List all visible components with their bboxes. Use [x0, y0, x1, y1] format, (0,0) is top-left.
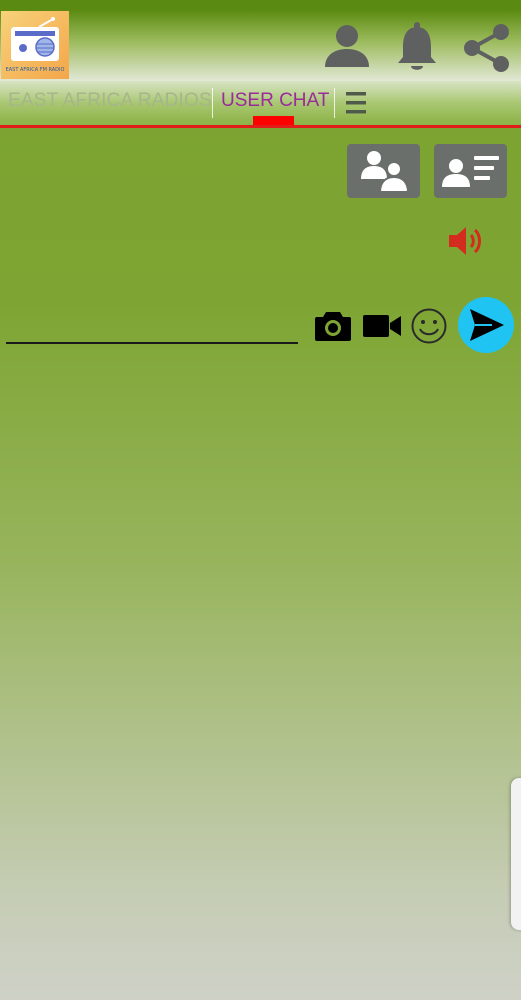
camera-icon[interactable] [314, 308, 352, 347]
menu-icon[interactable] [345, 91, 367, 120]
selected-tab-indicator [253, 116, 294, 125]
bell-icon[interactable] [395, 21, 439, 78]
video-icon[interactable] [362, 312, 402, 345]
emoji-icon[interactable] [410, 307, 448, 350]
message-input[interactable] [6, 312, 298, 344]
edge-panel-handle[interactable] [511, 778, 521, 930]
tab-divider [334, 88, 335, 118]
radio-icon [11, 17, 59, 61]
user-list-icon [442, 156, 499, 187]
user-list-button[interactable] [434, 144, 507, 198]
logo-caption: EAST AFRICA FM RADIO [5, 67, 65, 73]
users-group-button[interactable] [347, 144, 420, 198]
share-icon[interactable] [462, 23, 512, 78]
status-bar [0, 0, 521, 11]
send-icon [470, 309, 504, 341]
users-group-icon [361, 151, 410, 193]
app-logo[interactable]: EAST AFRICA FM RADIO [1, 11, 69, 79]
account-icon[interactable] [322, 21, 372, 74]
tab-divider [212, 88, 213, 118]
app-bar: EAST AFRICA FM RADIO [0, 11, 521, 81]
send-button[interactable] [458, 297, 514, 353]
tab-east-africa-radios[interactable]: EAST AFRICA RADIOS [8, 90, 212, 112]
tab-bar-underline [0, 125, 521, 128]
speaker-icon[interactable] [447, 224, 487, 263]
tab-user-chat[interactable]: USER CHAT [221, 90, 329, 112]
